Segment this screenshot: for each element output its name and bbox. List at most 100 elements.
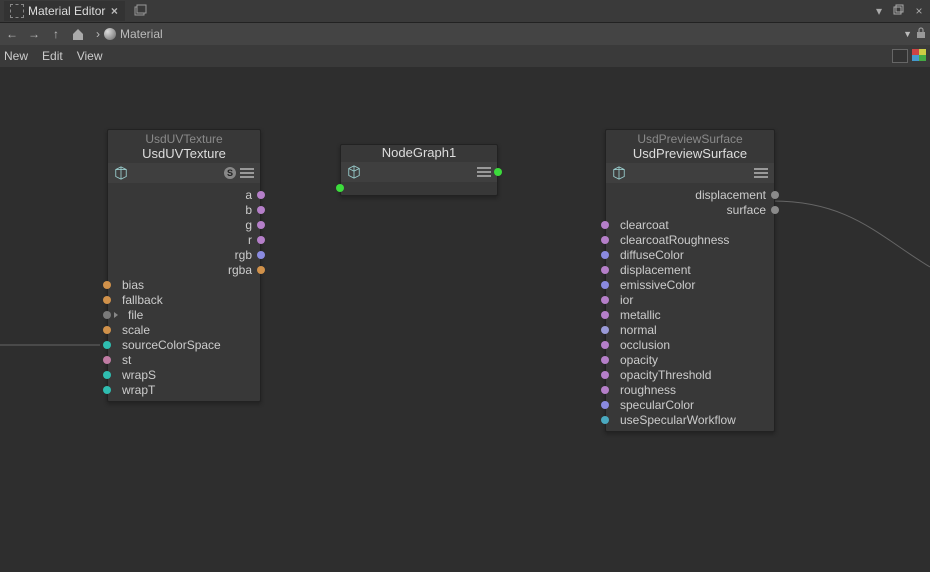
port-label: displacement [620, 263, 691, 277]
input-wrapT: wrapT [108, 382, 260, 397]
port-label: surface [727, 203, 766, 217]
tab-bar: Material Editor × ▾ × [0, 0, 930, 23]
nav-up-button[interactable]: ↑ [48, 26, 64, 42]
port-output[interactable] [771, 191, 779, 199]
node-type-label: UsdUVTexture [108, 130, 260, 146]
port-output[interactable] [257, 221, 265, 229]
port-label: fallback [122, 293, 163, 307]
menu-new[interactable]: New [4, 49, 28, 63]
port-output[interactable] [257, 191, 265, 199]
port-input[interactable] [103, 281, 111, 289]
tab-label: Material Editor [28, 4, 105, 18]
output-rgba: rgba [108, 262, 260, 277]
port-input[interactable] [336, 184, 344, 192]
node-usduvtexture[interactable]: UsdUVTexture UsdUVTexture S abgrrgbrgbab… [107, 129, 261, 402]
input-metallic: metallic [606, 307, 774, 322]
port-input[interactable] [601, 296, 609, 304]
port-output[interactable] [257, 236, 265, 244]
nav-back-button[interactable]: ← [4, 26, 20, 42]
nav-forward-button[interactable]: → [26, 26, 42, 42]
restore-icon[interactable] [892, 4, 906, 19]
shader-icon [114, 166, 128, 180]
port-label: opacity [620, 353, 658, 367]
expand-caret-icon[interactable] [114, 312, 118, 318]
port-label: clearcoat [620, 218, 669, 232]
breadcrumb[interactable]: › Material [96, 27, 163, 41]
port-label: roughness [620, 383, 676, 397]
port-input[interactable] [601, 386, 609, 394]
port-input[interactable] [103, 296, 111, 304]
node-header [341, 162, 497, 182]
node-usdpreviewsurface[interactable]: UsdPreviewSurface UsdPreviewSurface disp… [605, 129, 775, 432]
port-input[interactable] [601, 266, 609, 274]
port-output[interactable] [257, 251, 265, 259]
port-input[interactable] [601, 311, 609, 319]
node-title: NodeGraph1 [341, 145, 497, 162]
port-input[interactable] [601, 371, 609, 379]
nav-bar: ← → ↑ › Material ▼ [0, 23, 930, 45]
port-output[interactable] [257, 266, 265, 274]
port-input[interactable] [103, 371, 111, 379]
port-label: displacement [695, 188, 766, 202]
port-label: wrapT [122, 383, 155, 397]
port-input[interactable] [601, 341, 609, 349]
port-label: g [245, 218, 252, 232]
port-label: metallic [620, 308, 661, 322]
port-input[interactable] [601, 281, 609, 289]
port-label: bias [122, 278, 144, 292]
nav-home-button[interactable] [70, 26, 86, 42]
node-body: abgrrgbrgbabiasfallbackfilescalesourceCo… [108, 183, 260, 401]
menu-edit[interactable]: Edit [42, 49, 63, 63]
input-roughness: roughness [606, 382, 774, 397]
port-output[interactable] [257, 206, 265, 214]
port-input[interactable] [103, 356, 111, 364]
breadcrumb-label: Material [120, 27, 163, 41]
port-input[interactable] [601, 221, 609, 229]
port-label: scale [122, 323, 150, 337]
output-r: r [108, 232, 260, 247]
port-input[interactable] [103, 386, 111, 394]
lock-icon[interactable] [916, 27, 926, 42]
graph-canvas[interactable]: UsdUVTexture UsdUVTexture S abgrrgbrgbab… [0, 67, 930, 572]
s-badge-icon: S [224, 167, 236, 179]
input-normal: normal [606, 322, 774, 337]
minimize-icon[interactable]: ▾ [872, 4, 886, 19]
tab-material-editor[interactable]: Material Editor × [4, 1, 125, 21]
input-file: file [108, 307, 260, 322]
port-input[interactable] [103, 311, 111, 319]
port-input[interactable] [601, 356, 609, 364]
input-displacement: displacement [606, 262, 774, 277]
input-st: st [108, 352, 260, 367]
port-input[interactable] [601, 401, 609, 409]
view-mode-grid-icon[interactable] [912, 49, 926, 61]
port-input[interactable] [103, 326, 111, 334]
input-emissiveColor: emissiveColor [606, 277, 774, 292]
window-controls: ▾ × [872, 4, 926, 19]
menu-view[interactable]: View [77, 49, 103, 63]
input-opacity: opacity [606, 352, 774, 367]
tab-close-button[interactable]: × [109, 6, 119, 16]
node-menu-icon[interactable] [477, 167, 491, 177]
node-icon [10, 4, 24, 18]
port-input[interactable] [103, 341, 111, 349]
node-nodegraph1[interactable]: NodeGraph1 [340, 144, 498, 196]
dropdown-icon[interactable]: ▼ [903, 29, 912, 39]
node-menu-icon[interactable] [754, 168, 768, 178]
tab-add-button[interactable] [133, 4, 147, 18]
node-title: UsdUVTexture [108, 146, 260, 163]
port-input[interactable] [601, 326, 609, 334]
port-output[interactable] [771, 206, 779, 214]
close-window-icon[interactable]: × [912, 4, 926, 19]
output-g: g [108, 217, 260, 232]
port-input[interactable] [601, 251, 609, 259]
port-input[interactable] [601, 416, 609, 424]
port-output[interactable] [494, 168, 502, 176]
port-label: useSpecularWorkflow [620, 413, 736, 427]
port-input[interactable] [601, 236, 609, 244]
node-body: displacementsurfaceclearcoatclearcoatRou… [606, 183, 774, 431]
port-label: occlusion [620, 338, 670, 352]
port-label: a [245, 188, 252, 202]
view-mode-single-icon[interactable] [892, 49, 908, 63]
input-sourceColorSpace: sourceColorSpace [108, 337, 260, 352]
node-menu-icon[interactable] [240, 168, 254, 178]
